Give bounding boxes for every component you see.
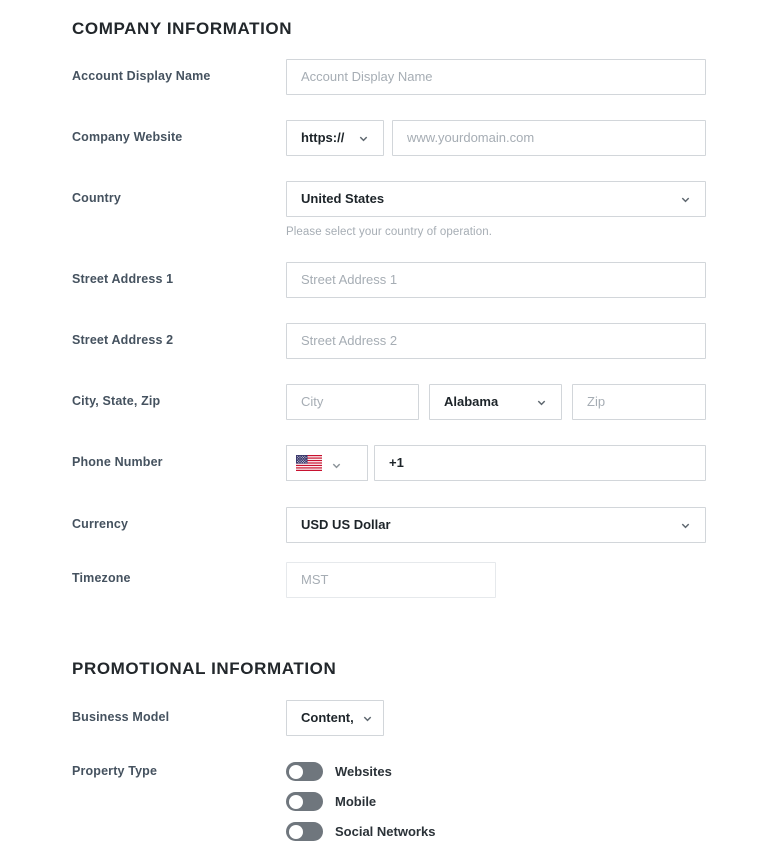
toggle-knob <box>289 824 303 839</box>
street-address-2-input[interactable]: Street Address 2 <box>286 323 706 359</box>
street-address-1-input[interactable]: Street Address 1 <box>286 262 706 298</box>
currency-select[interactable]: USD US Dollar <box>286 507 706 543</box>
zip-input[interactable]: Zip <box>572 384 706 420</box>
chevron-down-icon <box>362 713 373 724</box>
chevron-down-icon <box>680 520 691 531</box>
us-flag-icon <box>296 455 322 471</box>
website-protocol-value: https:// <box>301 130 345 145</box>
label-account-display-name: Account Display Name <box>72 69 211 83</box>
website-protocol-select[interactable]: https:// <box>286 120 384 156</box>
toggle-knob <box>289 764 303 779</box>
label-phone-number: Phone Number <box>72 455 163 469</box>
toggle-social-networks[interactable] <box>286 822 323 841</box>
toggle-label-mobile: Mobile <box>335 794 377 809</box>
chevron-down-icon <box>331 458 342 469</box>
toggle-websites[interactable] <box>286 762 323 781</box>
chevron-down-icon <box>536 397 547 408</box>
section-title-company-information: COMPANY INFORMATION <box>72 19 293 38</box>
phone-country-select[interactable] <box>286 445 368 481</box>
label-timezone: Timezone <box>72 571 131 585</box>
label-currency: Currency <box>72 517 129 531</box>
company-profile-form: COMPANY INFORMATION Account Display Name… <box>0 0 768 853</box>
chevron-down-icon <box>358 133 369 144</box>
business-model-select[interactable]: Content, <box>286 700 384 736</box>
state-select[interactable]: Alabama <box>429 384 562 420</box>
chevron-down-icon <box>680 194 691 205</box>
label-street-address-1: Street Address 1 <box>72 272 174 286</box>
label-country: Country <box>72 191 121 205</box>
company-website-input[interactable]: www.yourdomain.com <box>392 120 706 156</box>
property-type-option-social-networks[interactable]: Social Networks <box>286 822 435 841</box>
toggle-mobile[interactable] <box>286 792 323 811</box>
label-property-type: Property Type <box>72 764 158 778</box>
property-type-option-websites[interactable]: Websites <box>286 762 392 781</box>
state-value: Alabama <box>444 394 499 409</box>
business-model-value: Content, <box>301 710 354 725</box>
label-street-address-2: Street Address 2 <box>72 333 174 347</box>
section-title-promotional-information: PROMOTIONAL INFORMATION <box>72 659 337 678</box>
account-display-name-input[interactable]: Account Display Name <box>286 59 706 95</box>
timezone-input[interactable]: MST <box>286 562 496 598</box>
label-company-website: Company Website <box>72 130 183 144</box>
toggle-label-social-networks: Social Networks <box>335 824 436 839</box>
label-business-model: Business Model <box>72 710 170 724</box>
label-city-state-zip: City, State, Zip <box>72 394 161 408</box>
toggle-label-websites: Websites <box>335 764 392 779</box>
property-type-option-mobile[interactable]: Mobile <box>286 792 376 811</box>
toggle-knob <box>289 794 303 809</box>
country-value: United States <box>301 191 385 206</box>
city-input[interactable]: City <box>286 384 419 420</box>
phone-number-input[interactable]: +1 <box>374 445 706 481</box>
currency-value: USD US Dollar <box>301 517 391 532</box>
country-select[interactable]: United States <box>286 181 706 217</box>
country-helper-text: Please select your country of operation. <box>286 226 493 238</box>
